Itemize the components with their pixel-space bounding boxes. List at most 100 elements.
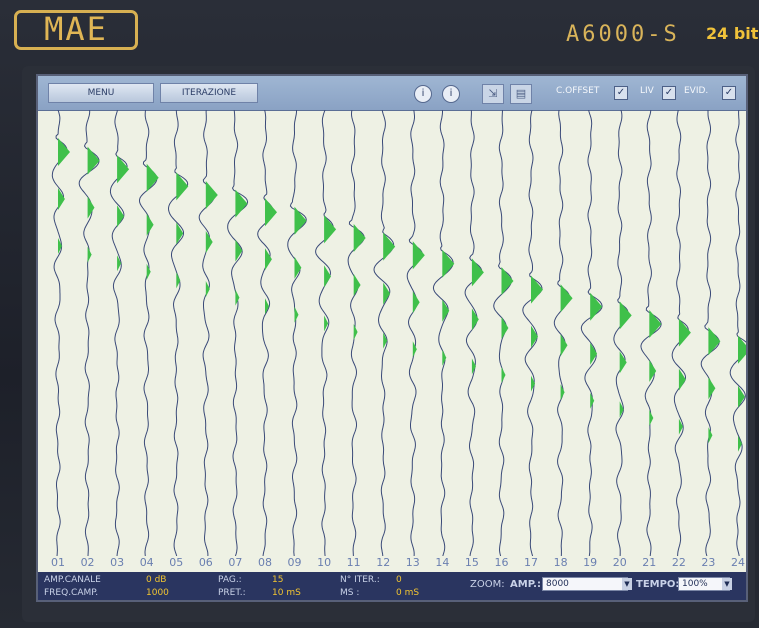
trace-fill (708, 327, 721, 356)
channel-label: 18 (553, 556, 568, 569)
trace-fill (649, 360, 657, 382)
trace-fill (324, 215, 337, 244)
channel-label: 05 (169, 556, 184, 569)
amp-canale-value: 0 dB (146, 575, 167, 585)
amp-label: AMP.: (510, 579, 541, 590)
ms-value: 0 mS (396, 588, 420, 598)
trace-fill (235, 189, 248, 218)
display-screen: MENU ITERAZIONE i i ⇲ ▤ C.OFFSET ✓ LIV ✓… (36, 74, 748, 602)
info-alt-icon[interactable]: i (442, 85, 460, 103)
trace-fill (235, 289, 240, 306)
trace-fill (442, 249, 455, 278)
trace-fill (146, 163, 159, 192)
channel-number-row: 01 02 03 04 05 06 07 08 09 10 11 12 13 14 15 16 17 18 19 20… (38, 556, 746, 572)
channel-label: 09 (287, 556, 302, 569)
trace-fill (117, 205, 125, 228)
c-offset-checkbox[interactable]: ✓ (614, 86, 628, 100)
pret-label: PRET.: (218, 588, 246, 598)
seismic-trace (257, 110, 274, 556)
channel-label: 03 (110, 556, 125, 569)
trace-fill (649, 310, 662, 338)
ms-label: MS : (340, 588, 360, 598)
seismic-trace (315, 110, 334, 556)
channel-label: 23 (701, 556, 716, 569)
trace-fill (501, 317, 509, 339)
amp-canale-label: AMP.CANALE (44, 575, 101, 585)
channel-label: 02 (80, 556, 95, 569)
channel-label: 12 (376, 556, 391, 569)
seismic-trace (613, 110, 629, 556)
seismic-trace (406, 110, 423, 556)
channel-label: 22 (671, 556, 686, 569)
channel-label: 06 (198, 556, 213, 569)
trace-fill (353, 324, 358, 340)
trace-fill (353, 274, 361, 296)
trace-fill (678, 368, 686, 391)
channel-label: 24 (731, 556, 745, 569)
amp-dropdown[interactable]: 8000 (542, 577, 628, 591)
channel-label: 15 (464, 556, 479, 569)
trace-fill (412, 291, 420, 314)
seismic-trace (287, 110, 307, 556)
seismic-trace (464, 110, 483, 556)
channel-label: 21 (642, 556, 657, 569)
trace-fill (146, 213, 154, 236)
trace-fill (471, 258, 484, 287)
trace-fill (383, 232, 396, 261)
trace-fill (265, 248, 272, 271)
tempo-label: TEMPO: (636, 579, 680, 590)
seismic-traces-plot (51, 110, 746, 556)
bit-depth-label: 24 bit (706, 24, 759, 43)
trace-fill (501, 367, 506, 383)
evid-label: EVID. (684, 86, 709, 96)
model-label: A6000-S (566, 22, 680, 47)
seismic-trace (227, 110, 249, 556)
trace-fill (294, 206, 307, 235)
menu-button[interactable]: MENU (48, 83, 154, 103)
seismic-trace (51, 110, 68, 556)
channel-label: 10 (317, 556, 332, 569)
seismic-trace (198, 110, 216, 556)
print-icon[interactable]: ▤ (510, 84, 532, 104)
trace-fill (383, 282, 391, 305)
zoom-label: ZOOM: (470, 579, 505, 590)
evid-checkbox[interactable]: ✓ (722, 86, 736, 100)
iterazione-button[interactable]: ITERAZIONE (160, 83, 258, 103)
trace-fill (738, 385, 745, 408)
channel-label: 17 (524, 556, 539, 569)
n-iter-value: 0 (396, 575, 402, 585)
trace-fill (619, 301, 632, 330)
seismic-trace (553, 110, 570, 556)
channel-label: 13 (405, 556, 420, 569)
seismic-trace (580, 110, 603, 556)
device-housing: MAE A6000-S 24 bit MENU ITERAZIONE i i ⇲… (0, 0, 759, 628)
amp-dropdown-arrow-icon[interactable]: ▼ (622, 578, 632, 590)
liv-checkbox[interactable]: ✓ (662, 86, 676, 100)
trace-fill (412, 341, 417, 358)
trace-fill (353, 224, 366, 252)
tempo-dropdown-value: 100% (682, 579, 708, 589)
channel-label: 07 (228, 556, 243, 569)
trace-fill (649, 410, 654, 426)
trace-fill (294, 306, 299, 323)
trace-fill (590, 292, 603, 321)
trace-fill (708, 377, 716, 400)
pag-label: PAG.: (218, 575, 242, 585)
seismic-trace (373, 110, 395, 556)
tempo-dropdown-arrow-icon[interactable]: ▼ (722, 578, 732, 590)
trace-fill (87, 246, 92, 263)
trace-fill (58, 238, 62, 254)
export-icon[interactable]: ⇲ (482, 84, 504, 104)
trace-fill (560, 284, 573, 313)
seismic-trace (432, 110, 454, 556)
trace-fill (412, 241, 425, 270)
trace-fill (58, 138, 70, 166)
channel-label: 14 (435, 556, 450, 569)
toolbar: MENU ITERAZIONE i i ⇲ ▤ C.OFFSET ✓ LIV ✓… (38, 76, 746, 111)
liv-label: LIV (640, 86, 654, 96)
channel-label: 04 (139, 556, 154, 569)
channel-label: 01 (51, 556, 65, 569)
channel-label: 20 (612, 556, 627, 569)
pret-value: 10 mS (272, 588, 301, 598)
info-icon[interactable]: i (414, 85, 432, 103)
